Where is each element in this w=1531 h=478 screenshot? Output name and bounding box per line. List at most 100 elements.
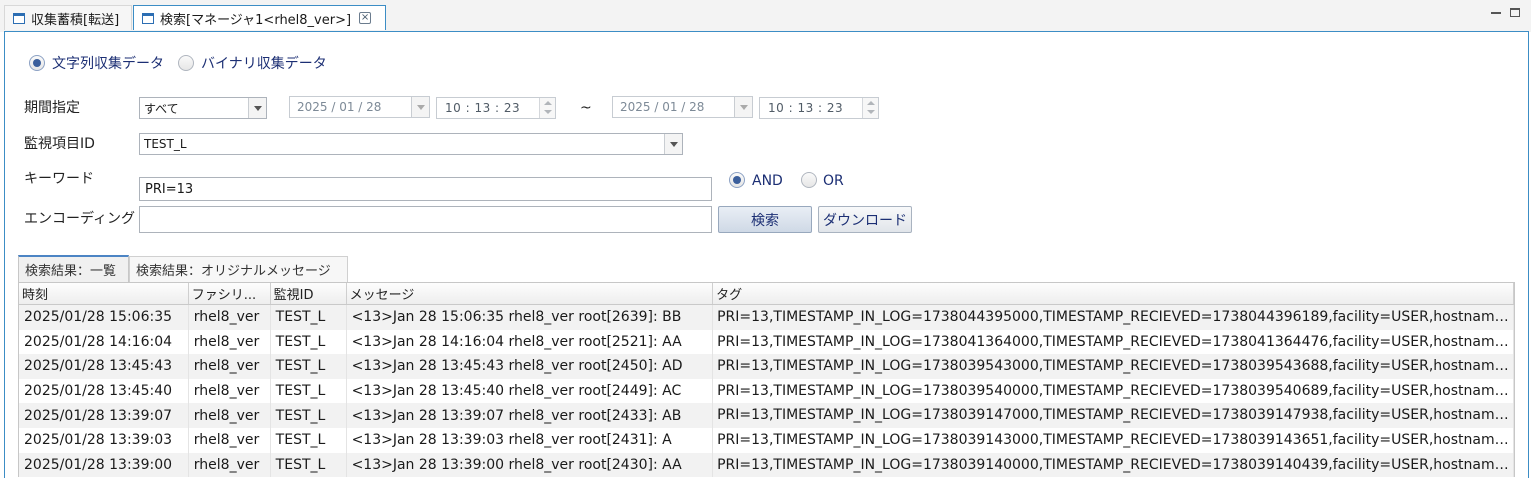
maximize-icon[interactable]: [1510, 7, 1520, 20]
radio-unselected-icon: [178, 55, 194, 71]
cell-time: 2025/01/28 15:06:35: [19, 305, 189, 330]
or-radio[interactable]: [801, 172, 817, 188]
table-header: 時刻 ファシリ... 監視ID メッセージ タグ: [19, 283, 1515, 305]
table-row[interactable]: 2025/01/28 15:06:35 rhel8_ver TEST_L <13…: [19, 305, 1515, 330]
period-label: 期間指定: [24, 100, 80, 116]
from-time-spinner[interactable]: 10 : 13 : 23: [436, 97, 556, 119]
spinner-arrows-icon[interactable]: [862, 98, 878, 118]
cell-tag: PRI=13,TIMESTAMP_IN_LOG=1738041364000,TI…: [713, 329, 1515, 355]
spinner-arrows-icon[interactable]: [539, 98, 555, 118]
window-icon: [142, 12, 154, 24]
tab-collection-storage[interactable]: 収集蓄積[転送]: [4, 5, 132, 30]
keyword-value: PRI=13: [145, 181, 194, 197]
table-row[interactable]: 2025/01/28 13:45:43 rhel8_ver TEST_L <13…: [19, 354, 1515, 379]
column-header-monitor-id[interactable]: 監視ID: [271, 283, 347, 304]
radio-selected-icon: [729, 172, 745, 188]
cell-time: 2025/01/28 13:45:40: [19, 378, 189, 404]
cell-time: 2025/01/28 13:39:07: [19, 403, 189, 428]
or-label[interactable]: OR: [823, 173, 844, 189]
cell-message: <13>Jan 28 14:16:04 rhel8_ver root[2521]…: [347, 329, 714, 355]
tab-label: 収集蓄積[転送]: [31, 12, 120, 28]
range-tilde: ~: [580, 100, 592, 116]
cell-monitor-id: TEST_L: [271, 427, 347, 453]
table-row[interactable]: 2025/01/28 13:39:00 rhel8_ver TEST_L <13…: [19, 452, 1515, 478]
tab-label: 検索結果：一覧: [25, 264, 117, 279]
search-button[interactable]: 検索: [718, 206, 812, 233]
cell-monitor-id: TEST_L: [271, 354, 347, 379]
table-row[interactable]: 2025/01/28 13:39:03 rhel8_ver TEST_L <13…: [19, 427, 1515, 453]
cell-message: <13>Jan 28 13:45:43 rhel8_ver root[2450]…: [347, 354, 714, 379]
table-row[interactable]: 2025/01/28 13:45:40 rhel8_ver TEST_L <13…: [19, 378, 1515, 404]
column-header-facility[interactable]: ファシリ...: [189, 283, 271, 304]
cell-facility: rhel8_ver: [189, 354, 271, 379]
encoding-label: エンコーディング: [24, 211, 136, 227]
window-icon: [13, 12, 25, 24]
cell-tag: PRI=13,TIMESTAMP_IN_LOG=1738039140000,TI…: [713, 452, 1515, 478]
cell-tag: PRI=13,TIMESTAMP_IN_LOG=1738039540000,TI…: [713, 378, 1515, 404]
cell-message: <13>Jan 28 15:06:35 rhel8_ver root[2639]…: [347, 305, 714, 330]
cell-monitor-id: TEST_L: [271, 305, 347, 330]
binary-data-label[interactable]: バイナリ収集データ: [201, 53, 327, 73]
to-date-value: 2025 / 01 / 28: [620, 100, 705, 114]
and-label[interactable]: AND: [752, 173, 783, 189]
editor-tab-strip: 収集蓄積[転送] 検索[マネージャ1<rhel8_ver>] ×: [0, 0, 1531, 32]
minimize-icon[interactable]: [1491, 4, 1501, 17]
cell-monitor-id: TEST_L: [271, 452, 347, 478]
from-date-value: 2025 / 01 / 28: [297, 100, 382, 114]
monitor-id-label: 監視項目ID: [24, 136, 95, 152]
table-row[interactable]: 2025/01/28 14:16:04 rhel8_ver TEST_L <13…: [19, 329, 1515, 355]
cell-facility: rhel8_ver: [189, 427, 271, 453]
to-time-value: 10 : 13 : 23: [768, 101, 844, 115]
chevron-down-icon[interactable]: [664, 134, 682, 154]
column-header-time[interactable]: 時刻: [19, 283, 189, 304]
string-data-label[interactable]: 文字列収集データ: [52, 53, 164, 73]
period-mode-value: すべて: [144, 101, 179, 116]
column-header-message[interactable]: メッセージ: [347, 283, 714, 304]
close-icon[interactable]: ×: [359, 12, 372, 24]
table-row[interactable]: 2025/01/28 13:39:07 rhel8_ver TEST_L <13…: [19, 403, 1515, 428]
encoding-input[interactable]: [139, 206, 712, 233]
monitor-id-value: TEST_L: [144, 137, 187, 151]
cell-tag: PRI=13,TIMESTAMP_IN_LOG=1738039543000,TI…: [713, 354, 1515, 379]
chevron-down-icon[interactable]: [248, 98, 266, 118]
keyword-label: キーワード: [24, 171, 94, 187]
binary-data-radio[interactable]: [178, 55, 194, 71]
chevron-down-icon[interactable]: [411, 97, 429, 117]
from-date-picker[interactable]: 2025 / 01 / 28: [289, 96, 430, 118]
tab-label: 検索[マネージャ1<rhel8_ver>]: [160, 12, 352, 28]
chevron-down-icon[interactable]: [734, 97, 752, 117]
download-button[interactable]: ダウンロード: [818, 206, 912, 233]
to-time-spinner[interactable]: 10 : 13 : 23: [759, 97, 879, 119]
cell-facility: rhel8_ver: [189, 305, 271, 330]
cell-facility: rhel8_ver: [189, 403, 271, 428]
cell-time: 2025/01/28 13:39:00: [19, 452, 189, 478]
cell-monitor-id: TEST_L: [271, 329, 347, 355]
string-data-radio[interactable]: [29, 55, 45, 71]
cell-message: <13>Jan 28 13:45:40 rhel8_ver root[2449]…: [347, 378, 714, 404]
cell-tag: PRI=13,TIMESTAMP_IN_LOG=1738044395000,TI…: [713, 305, 1515, 330]
from-time-value: 10 : 13 : 23: [445, 101, 521, 115]
table-body: 2025/01/28 15:06:35 rhel8_ver TEST_L <13…: [19, 305, 1515, 478]
radio-unselected-icon: [801, 172, 817, 188]
cell-message: <13>Jan 28 13:39:03 rhel8_ver root[2431]…: [347, 427, 714, 453]
cell-tag: PRI=13,TIMESTAMP_IN_LOG=1738039143000,TI…: [713, 427, 1515, 453]
tab-label: 検索結果：オリジナルメッセージ: [136, 264, 331, 279]
cell-facility: rhel8_ver: [189, 329, 271, 355]
cell-time: 2025/01/28 13:45:43: [19, 354, 189, 379]
tab-search[interactable]: 検索[マネージャ1<rhel8_ver>] ×: [133, 5, 386, 30]
cell-message: <13>Jan 28 13:39:00 rhel8_ver root[2430]…: [347, 452, 714, 478]
tab-result-original-message[interactable]: 検索結果：オリジナルメッセージ: [129, 256, 348, 282]
cell-monitor-id: TEST_L: [271, 403, 347, 428]
cell-message: <13>Jan 28 13:39:07 rhel8_ver root[2433]…: [347, 403, 714, 428]
keyword-input[interactable]: PRI=13: [139, 177, 712, 201]
and-radio[interactable]: [729, 172, 745, 188]
cell-monitor-id: TEST_L: [271, 378, 347, 404]
monitor-id-select[interactable]: TEST_L: [139, 133, 683, 155]
cell-facility: rhel8_ver: [189, 452, 271, 478]
results-table: 時刻 ファシリ... 監視ID メッセージ タグ 2025/01/28 15:0…: [18, 282, 1515, 478]
to-date-picker[interactable]: 2025 / 01 / 28: [612, 96, 753, 118]
period-mode-select[interactable]: すべて: [139, 97, 267, 119]
column-header-tag[interactable]: タグ: [713, 283, 1515, 304]
radio-selected-icon: [29, 55, 45, 71]
tab-result-list[interactable]: 検索結果：一覧: [18, 255, 129, 282]
